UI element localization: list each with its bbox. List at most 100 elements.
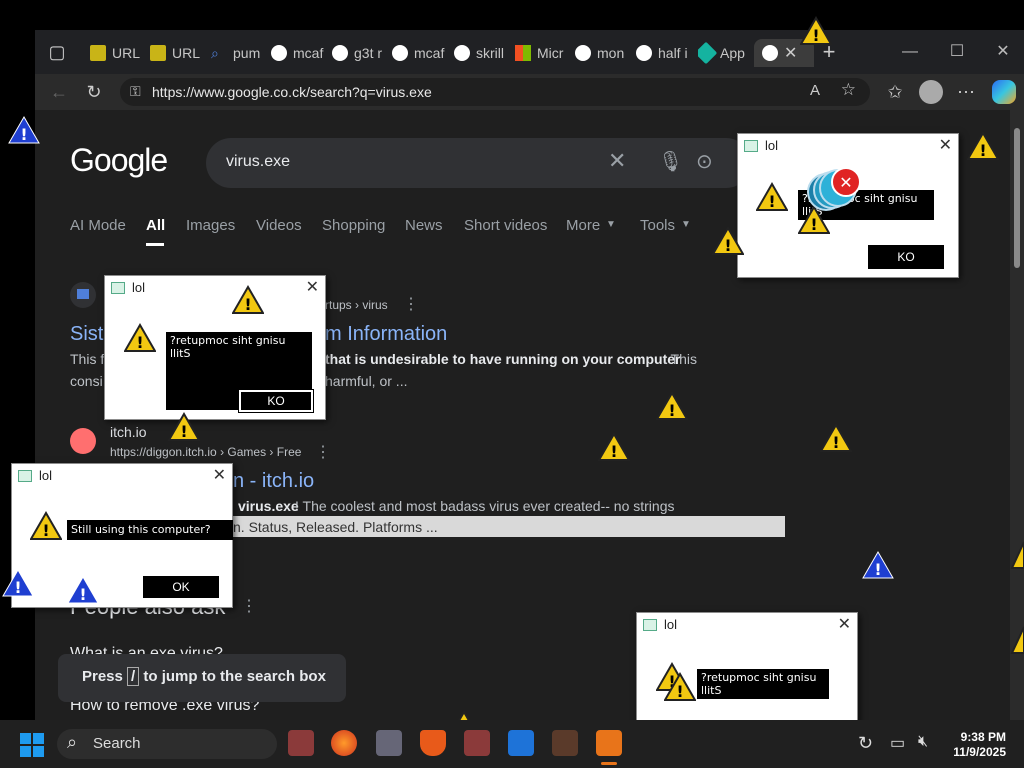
app-icon — [18, 470, 32, 482]
tab-8[interactable]: Micr — [515, 39, 569, 67]
tab-shopping[interactable]: Shopping — [322, 217, 385, 234]
volume-muted-icon[interactable]: 🔇︎ — [918, 733, 928, 751]
close-icon[interactable]: ✕ — [939, 135, 952, 155]
tab-2[interactable]: URL — [150, 39, 205, 67]
result-title[interactable]: n - itch.io — [233, 470, 314, 493]
result-title-tail[interactable]: m Information — [325, 323, 447, 346]
tools-chevron-down-icon: ▼ — [681, 219, 691, 230]
result-options-icon[interactable]: ⋮ — [315, 442, 331, 462]
warning-icon — [1010, 626, 1024, 654]
site-info-icon[interactable]: ⚿ — [130, 83, 141, 100]
favorite-star-icon[interactable]: ☆ — [841, 80, 856, 100]
dialog-message: ?retupmoc siht gnisu llitS — [697, 669, 829, 699]
warning-icon: ! — [30, 511, 62, 540]
result-snippet-end: . This — [663, 351, 697, 367]
result-breadcrumb[interactable]: rtups › virus — [325, 298, 388, 312]
tab-1[interactable]: URL — [90, 39, 145, 67]
warning-icon: ! — [598, 432, 630, 461]
maximize-icon[interactable]: ☐ — [937, 40, 977, 64]
dialog-titlebar[interactable]: lol ✕ — [105, 276, 325, 300]
result-url[interactable]: https://diggon.itch.io › Games › Free — [110, 445, 301, 459]
svg-text:!: ! — [244, 295, 251, 314]
svg-text:!: ! — [724, 236, 731, 255]
tab-7[interactable]: skrill — [454, 39, 508, 67]
result-snippet: This f — [70, 351, 105, 367]
dialog-titlebar[interactable]: lol ✕ — [12, 464, 232, 488]
warning-icon: ! — [756, 182, 788, 211]
tab-more[interactable]: More — [566, 217, 600, 234]
tab-actions-icon[interactable]: ▢ — [45, 40, 69, 64]
read-aloud-icon[interactable]: A — [810, 82, 820, 99]
close-icon[interactable]: ✕ — [306, 277, 319, 297]
svg-text:!: ! — [180, 422, 187, 441]
minimize-icon[interactable]: — — [890, 40, 930, 64]
close-icon[interactable]: ✕ — [213, 465, 226, 485]
dialog-titlebar[interactable]: lol ✕ — [738, 134, 958, 158]
favorites-icon[interactable]: ✩ — [883, 80, 907, 104]
address-bar[interactable]: ⚿ https://www.google.co.ck/search?q=viru… — [120, 78, 870, 106]
result-title[interactable]: Sist — [70, 323, 103, 346]
clear-search-icon[interactable]: ✕ — [608, 148, 626, 174]
close-tab-icon[interactable]: ✕ — [784, 43, 797, 63]
search-box[interactable]: virus.exe ✕ 🎙︎ ⊙ — [206, 138, 751, 188]
profile-avatar[interactable] — [919, 80, 943, 104]
more-menu-icon[interactable]: ⋯ — [954, 80, 978, 104]
result-snippet: ! The coolest and most badass virus ever… — [295, 498, 675, 514]
dialog-titlebar[interactable]: lol ✕ — [637, 613, 857, 637]
taskbar-app-icon[interactable] — [288, 730, 314, 756]
close-window-icon[interactable]: ✕ — [983, 40, 1023, 64]
dialog-title: lol — [765, 138, 779, 153]
network-icon[interactable]: ▭ — [890, 733, 905, 753]
lens-search-icon[interactable]: ⊙ — [696, 149, 713, 174]
windows-start-icon[interactable] — [20, 733, 44, 757]
tab-news[interactable]: News — [405, 217, 443, 234]
tab-videos[interactable]: Videos — [256, 217, 302, 234]
taskbar-app-icon[interactable] — [464, 730, 490, 756]
svg-text:!: ! — [610, 442, 617, 461]
tab-tools[interactable]: Tools — [640, 217, 675, 234]
scrollbar-thumb[interactable] — [1014, 128, 1020, 268]
taskbar-app-icon[interactable] — [376, 730, 402, 756]
voice-search-icon[interactable]: 🎙︎ — [658, 149, 683, 174]
svg-text:✕: ✕ — [839, 173, 852, 192]
close-icon[interactable]: ✕ — [838, 614, 851, 634]
tab-6[interactable]: mcaf — [392, 39, 446, 67]
tab-all[interactable]: All — [146, 217, 165, 234]
copilot-icon[interactable] — [992, 80, 1016, 104]
svg-text:!: ! — [79, 585, 86, 604]
calculator-icon[interactable] — [552, 730, 578, 756]
taskbar-app-icon[interactable] — [596, 730, 622, 756]
tab-4[interactable]: mcaf — [271, 39, 325, 67]
paa-options-icon[interactable]: ⋮ — [241, 596, 257, 616]
tab-9[interactable]: mon — [575, 39, 629, 67]
folder-icon[interactable] — [508, 730, 534, 756]
firefox-icon[interactable] — [331, 730, 357, 756]
ok-button[interactable]: KO — [868, 245, 944, 269]
sync-icon[interactable]: ↻ — [858, 733, 873, 754]
tab-short-videos[interactable]: Short videos — [464, 217, 547, 234]
clock-date: 11/9/2025 — [953, 745, 1006, 759]
microsoft-favicon-icon — [515, 45, 531, 61]
shortcut-toast: Press / to jump to the search box — [58, 654, 346, 702]
warning-icon: ! — [664, 672, 696, 701]
ok-button[interactable]: KO — [238, 389, 314, 413]
reload-icon[interactable]: ↻ — [82, 80, 106, 104]
tab-11[interactable]: App — [698, 39, 748, 67]
tab-ai-mode[interactable]: AI Mode — [70, 217, 126, 234]
tab-5[interactable]: g3t r — [332, 39, 386, 67]
google-favicon-icon — [392, 45, 408, 61]
result-site-name[interactable]: itch.io — [110, 424, 147, 440]
shield-app-icon[interactable] — [420, 730, 446, 756]
tab-3[interactable]: ⌕ pum — [211, 39, 267, 67]
google-favicon-icon — [762, 45, 778, 61]
app-icon — [744, 140, 758, 152]
ok-button[interactable]: OK — [143, 576, 219, 598]
taskbar-search[interactable]: ⌕ Search — [57, 729, 277, 759]
tab-10[interactable]: half i — [636, 39, 690, 67]
tab-images[interactable]: Images — [186, 217, 235, 234]
result-options-icon[interactable]: ⋮ — [403, 294, 419, 314]
taskbar-clock[interactable]: 9:38 PM 11/9/2025 — [953, 730, 1006, 760]
blue-warning-icon: ! — [67, 575, 99, 604]
back-icon[interactable]: ← — [47, 80, 71, 104]
google-logo[interactable]: Google — [70, 142, 168, 179]
